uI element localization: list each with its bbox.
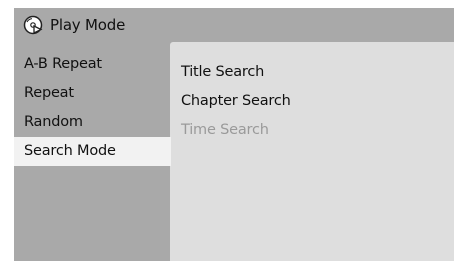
menu-item-ab-repeat[interactable]: A-B Repeat: [14, 50, 170, 79]
menu-item-search-mode[interactable]: Search Mode: [14, 137, 171, 166]
menu-item-label: Search Mode: [24, 143, 116, 159]
submenu-item-time-search: Time Search: [181, 122, 269, 138]
submenu-panel: Title Search Chapter Search Time Search: [170, 42, 454, 261]
page-title: Play Mode: [50, 16, 126, 34]
menu-item-label: A-B Repeat: [24, 56, 102, 72]
submenu-item-title-search[interactable]: Title Search: [181, 58, 291, 87]
play-mode-screen: Play Mode A-B Repeat Repeat Random Searc…: [14, 8, 454, 261]
submenu-list: Title Search Chapter Search Time Search: [181, 58, 291, 145]
menu-item-label: Random: [24, 114, 83, 130]
menu-item-random[interactable]: Random: [14, 108, 170, 137]
left-menu: A-B Repeat Repeat Random Search Mode: [14, 50, 171, 166]
menu-item-label: Repeat: [24, 85, 74, 101]
submenu-item-chapter-search[interactable]: Chapter Search: [181, 87, 291, 116]
play-mode-disc-icon: [23, 15, 43, 35]
header: Play Mode: [14, 8, 454, 42]
menu-item-repeat[interactable]: Repeat: [14, 79, 170, 108]
